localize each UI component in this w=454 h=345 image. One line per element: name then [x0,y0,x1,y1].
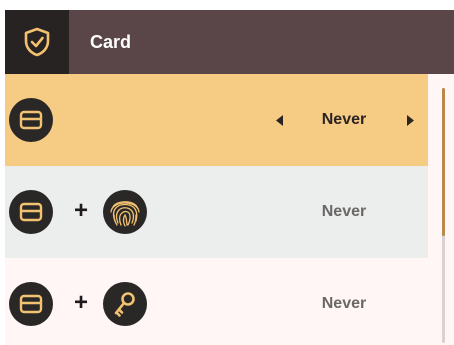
header-bar: Card [5,10,454,74]
verification-row-card-fingerprint[interactable]: + Never [5,166,428,258]
plus-sign: + [73,197,88,224]
card-icon [9,190,53,234]
previous-option-arrow[interactable] [274,114,286,126]
next-option-arrow[interactable] [404,114,416,126]
row-value: Never [321,111,367,128]
verification-row-card-password[interactable]: + Never [5,258,428,345]
verification-row-card[interactable]: Never [5,74,428,166]
card-icon [9,282,53,326]
shield-check-icon [24,27,50,57]
scroll-track-area [428,74,454,345]
fingerprint-icon [103,190,147,234]
plus-sign: + [73,289,88,316]
row-value: Never [321,203,367,220]
header-icon-box [5,10,69,74]
scrollbar-thumb[interactable] [442,88,445,236]
scrollbar[interactable] [442,88,445,343]
row-value: Never [321,295,367,312]
key-icon [103,282,147,326]
card-icon [9,98,53,142]
page-title: Card [90,32,132,52]
access-mode-screen: Card Never + Never + Never [5,10,454,345]
